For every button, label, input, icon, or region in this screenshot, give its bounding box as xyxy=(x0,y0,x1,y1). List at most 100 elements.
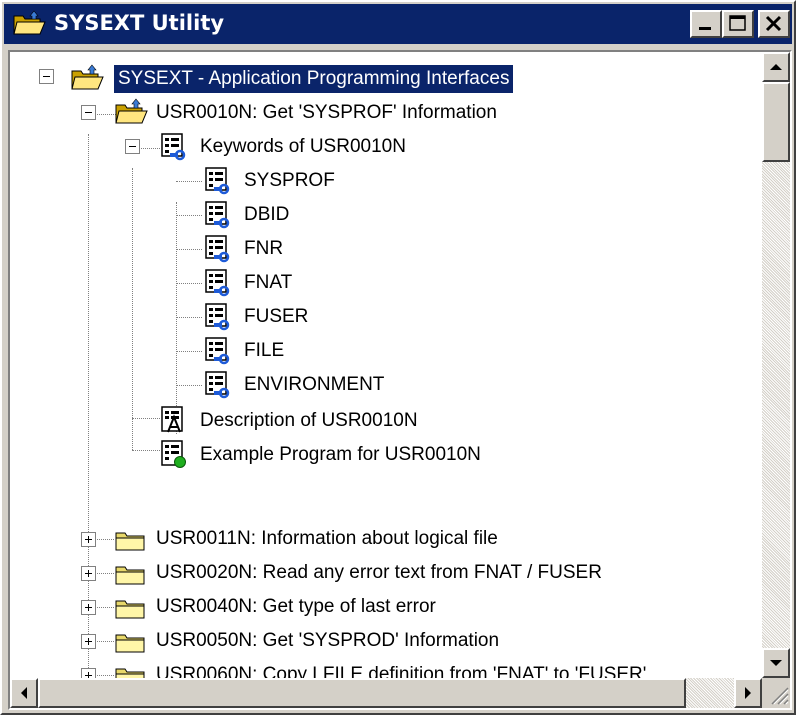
tree-node-label: USR0011N: Information about logical file xyxy=(156,528,498,549)
expand-toggle[interactable] xyxy=(81,634,96,649)
closed-folder-icon xyxy=(115,600,145,619)
tree-node-usr0010n[interactable]: USR0010N: Get 'SYSPROF' Information xyxy=(10,96,762,130)
tree-guide-line xyxy=(176,385,202,386)
collapse-toggle[interactable] xyxy=(125,139,140,154)
tree-node-label: SYSPROF xyxy=(244,170,335,191)
title-bar[interactable]: SYSEXT Utility xyxy=(4,4,792,44)
minus-icon xyxy=(129,146,136,147)
vertical-scroll-thumb[interactable] xyxy=(762,82,790,162)
keyword-icon xyxy=(205,201,230,229)
tree-node-keyword[interactable]: SYSPROF xyxy=(10,164,762,198)
open-folder-icon xyxy=(115,98,148,124)
tree-node-keyword[interactable]: FILE xyxy=(10,334,762,368)
sysext-utility-window: SYSEXT Utility SYSEXT - Application Prog… xyxy=(0,0,796,715)
tree-node-label: Example Program for USR0010N xyxy=(200,444,481,465)
keyword-icon xyxy=(205,167,230,195)
closed-folder-icon xyxy=(115,668,145,678)
scroll-left-button[interactable] xyxy=(10,678,38,708)
arrow-left-icon xyxy=(21,687,27,699)
keyword-list-icon xyxy=(161,133,186,161)
tree-node-label: USR0060N: Copy LFILE definition from 'FN… xyxy=(156,664,647,678)
tree-node-label: USR0010N: Get 'SYSPROF' Information xyxy=(156,102,497,123)
example-program-icon xyxy=(161,440,186,468)
resize-grip-icon xyxy=(771,687,789,705)
open-folder-icon xyxy=(13,10,46,35)
tree-guide-line xyxy=(176,351,202,352)
tree-node-label: Description of USR0010N xyxy=(200,410,418,431)
tree-node-keyword[interactable]: ENVIRONMENT xyxy=(10,368,762,402)
tree-node-label: FILE xyxy=(244,340,285,361)
description-icon xyxy=(161,406,183,433)
scroll-down-button[interactable] xyxy=(762,648,790,678)
horizontal-scrollbar[interactable] xyxy=(10,678,762,708)
closed-folder-icon xyxy=(115,634,145,653)
arrow-right-icon xyxy=(745,687,751,699)
keyword-icon xyxy=(205,337,230,365)
minimize-button[interactable] xyxy=(690,10,722,38)
plus-icon xyxy=(85,604,92,611)
closed-folder-icon xyxy=(115,532,145,551)
expand-toggle[interactable] xyxy=(81,600,96,615)
collapse-toggle[interactable] xyxy=(39,69,54,84)
tree-guide-line xyxy=(176,317,202,318)
tree-node-label: USR0040N: Get type of last error xyxy=(156,596,436,617)
tree-node-label: Keywords of USR0010N xyxy=(200,136,406,157)
tree-node-label: ENVIRONMENT xyxy=(244,374,385,395)
vertical-scrollbar[interactable] xyxy=(762,52,790,678)
keyword-icon xyxy=(205,235,230,263)
tree-guide-line xyxy=(176,181,202,182)
scroll-right-button[interactable] xyxy=(734,678,762,708)
keyword-icon xyxy=(205,269,230,297)
tree-node-keyword[interactable]: FUSER xyxy=(10,300,762,334)
expand-toggle[interactable] xyxy=(81,566,96,581)
tree-node-keyword[interactable]: FNAT xyxy=(10,266,762,300)
tree-node-api-folder[interactable]: USR0040N: Get type of last error xyxy=(10,590,762,624)
maximize-button[interactable] xyxy=(722,10,754,38)
tree-node-label: DBID xyxy=(244,204,290,225)
tree-node-api-folder[interactable]: USR0011N: Information about logical file xyxy=(10,522,762,556)
collapse-toggle[interactable] xyxy=(81,105,96,120)
tree-node-api-folder[interactable]: USR0060N: Copy LFILE definition from 'FN… xyxy=(10,658,762,678)
window-title: SYSEXT Utility xyxy=(54,11,225,35)
arrow-down-icon xyxy=(770,660,782,666)
minus-icon xyxy=(43,76,50,77)
tree-node-example[interactable]: Example Program for USR0010N xyxy=(10,438,762,472)
keyword-icon xyxy=(205,371,230,399)
tree-node-label: FUSER xyxy=(244,306,309,327)
minus-icon xyxy=(85,112,92,113)
tree-node-keyword[interactable]: FNR xyxy=(10,232,762,266)
tree-guide-line xyxy=(176,249,202,250)
plus-icon xyxy=(85,638,92,645)
close-button[interactable] xyxy=(758,10,790,38)
maximize-icon xyxy=(729,15,746,31)
closed-folder-icon xyxy=(115,566,145,585)
expand-toggle[interactable] xyxy=(81,532,96,547)
size-grip[interactable] xyxy=(762,678,790,708)
tree-node-label: FNAT xyxy=(244,272,293,293)
scroll-up-button[interactable] xyxy=(762,52,790,82)
minimize-icon xyxy=(699,27,711,30)
tree-guide-line xyxy=(176,283,202,284)
plus-icon xyxy=(85,536,92,543)
tree-content: SYSEXT - Application Programming Interfa… xyxy=(10,52,762,678)
horizontal-scroll-thumb[interactable] xyxy=(38,678,686,708)
tree-node-label: SYSEXT - Application Programming Interfa… xyxy=(114,65,514,93)
tree-guide-line xyxy=(176,215,202,216)
open-folder-icon xyxy=(71,64,104,90)
tree-node-description[interactable]: Description of USR0010N xyxy=(10,404,762,438)
tree-node-label: USR0020N: Read any error text from FNAT … xyxy=(156,562,602,583)
tree-node-api-folder[interactable]: USR0050N: Get 'SYSPROD' Information xyxy=(10,624,762,658)
tree-node-keywords[interactable]: Keywords of USR0010N xyxy=(10,130,762,164)
arrow-up-icon xyxy=(770,64,782,70)
close-icon xyxy=(765,15,782,32)
plus-icon xyxy=(85,672,92,678)
tree-node-api-folder[interactable]: USR0020N: Read any error text from FNAT … xyxy=(10,556,762,590)
plus-icon xyxy=(85,570,92,577)
tree-view[interactable]: SYSEXT - Application Programming Interfa… xyxy=(8,50,792,710)
tree-node-keyword[interactable]: DBID xyxy=(10,198,762,232)
tree-node-root[interactable]: SYSEXT - Application Programming Interfa… xyxy=(10,62,762,96)
expand-toggle[interactable] xyxy=(81,668,96,678)
tree-node-label: FNR xyxy=(244,238,284,259)
keyword-icon xyxy=(205,303,230,331)
tree-node-label: USR0050N: Get 'SYSPROD' Information xyxy=(156,630,500,651)
